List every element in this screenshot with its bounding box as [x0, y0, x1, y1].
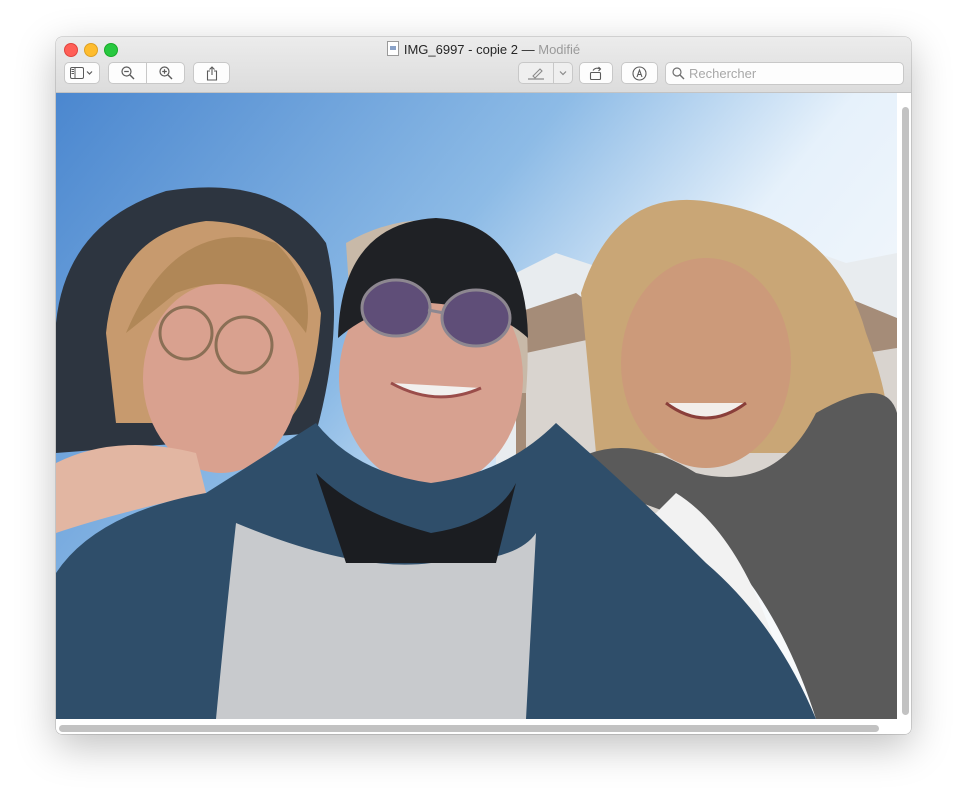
highlight-dropdown[interactable]	[553, 62, 573, 84]
document-icon	[386, 41, 399, 56]
search-icon	[672, 67, 685, 80]
title-status: Modifié	[538, 42, 581, 57]
rotate-button[interactable]	[579, 62, 613, 84]
markup-pen-icon	[632, 65, 647, 81]
zoom-in-icon	[158, 66, 172, 80]
titlebar: IMG_6997 - copie 2 — Modifié	[56, 37, 911, 93]
rotate-icon	[589, 66, 602, 80]
photo-image	[56, 93, 897, 719]
share-button[interactable]	[193, 62, 230, 84]
search-field[interactable]	[665, 62, 904, 85]
window-title: IMG_6997 - copie 2 — Modifié	[56, 41, 911, 58]
vertical-scrollbar[interactable]	[902, 107, 909, 715]
photo-illustration	[56, 93, 897, 719]
sidebar-icon	[70, 67, 93, 79]
title-filename: IMG_6997 - copie 2	[403, 42, 519, 57]
markup-toolbar-button[interactable]	[621, 62, 658, 84]
title-separator: —	[518, 42, 539, 57]
sidebar-toggle-button[interactable]	[64, 62, 100, 84]
zoom-in-button[interactable]	[146, 62, 185, 84]
horizontal-scrollbar[interactable]	[59, 725, 879, 732]
search-input[interactable]	[685, 66, 889, 81]
zoom-out-icon	[120, 66, 134, 80]
highlighter-icon	[528, 68, 544, 80]
chevron-down-icon	[559, 71, 567, 76]
preview-window: IMG_6997 - copie 2 — Modifié	[56, 37, 911, 734]
zoom-out-button[interactable]	[108, 62, 147, 84]
share-icon	[206, 65, 217, 81]
highlight-button[interactable]	[518, 62, 554, 84]
document-view	[56, 93, 911, 734]
